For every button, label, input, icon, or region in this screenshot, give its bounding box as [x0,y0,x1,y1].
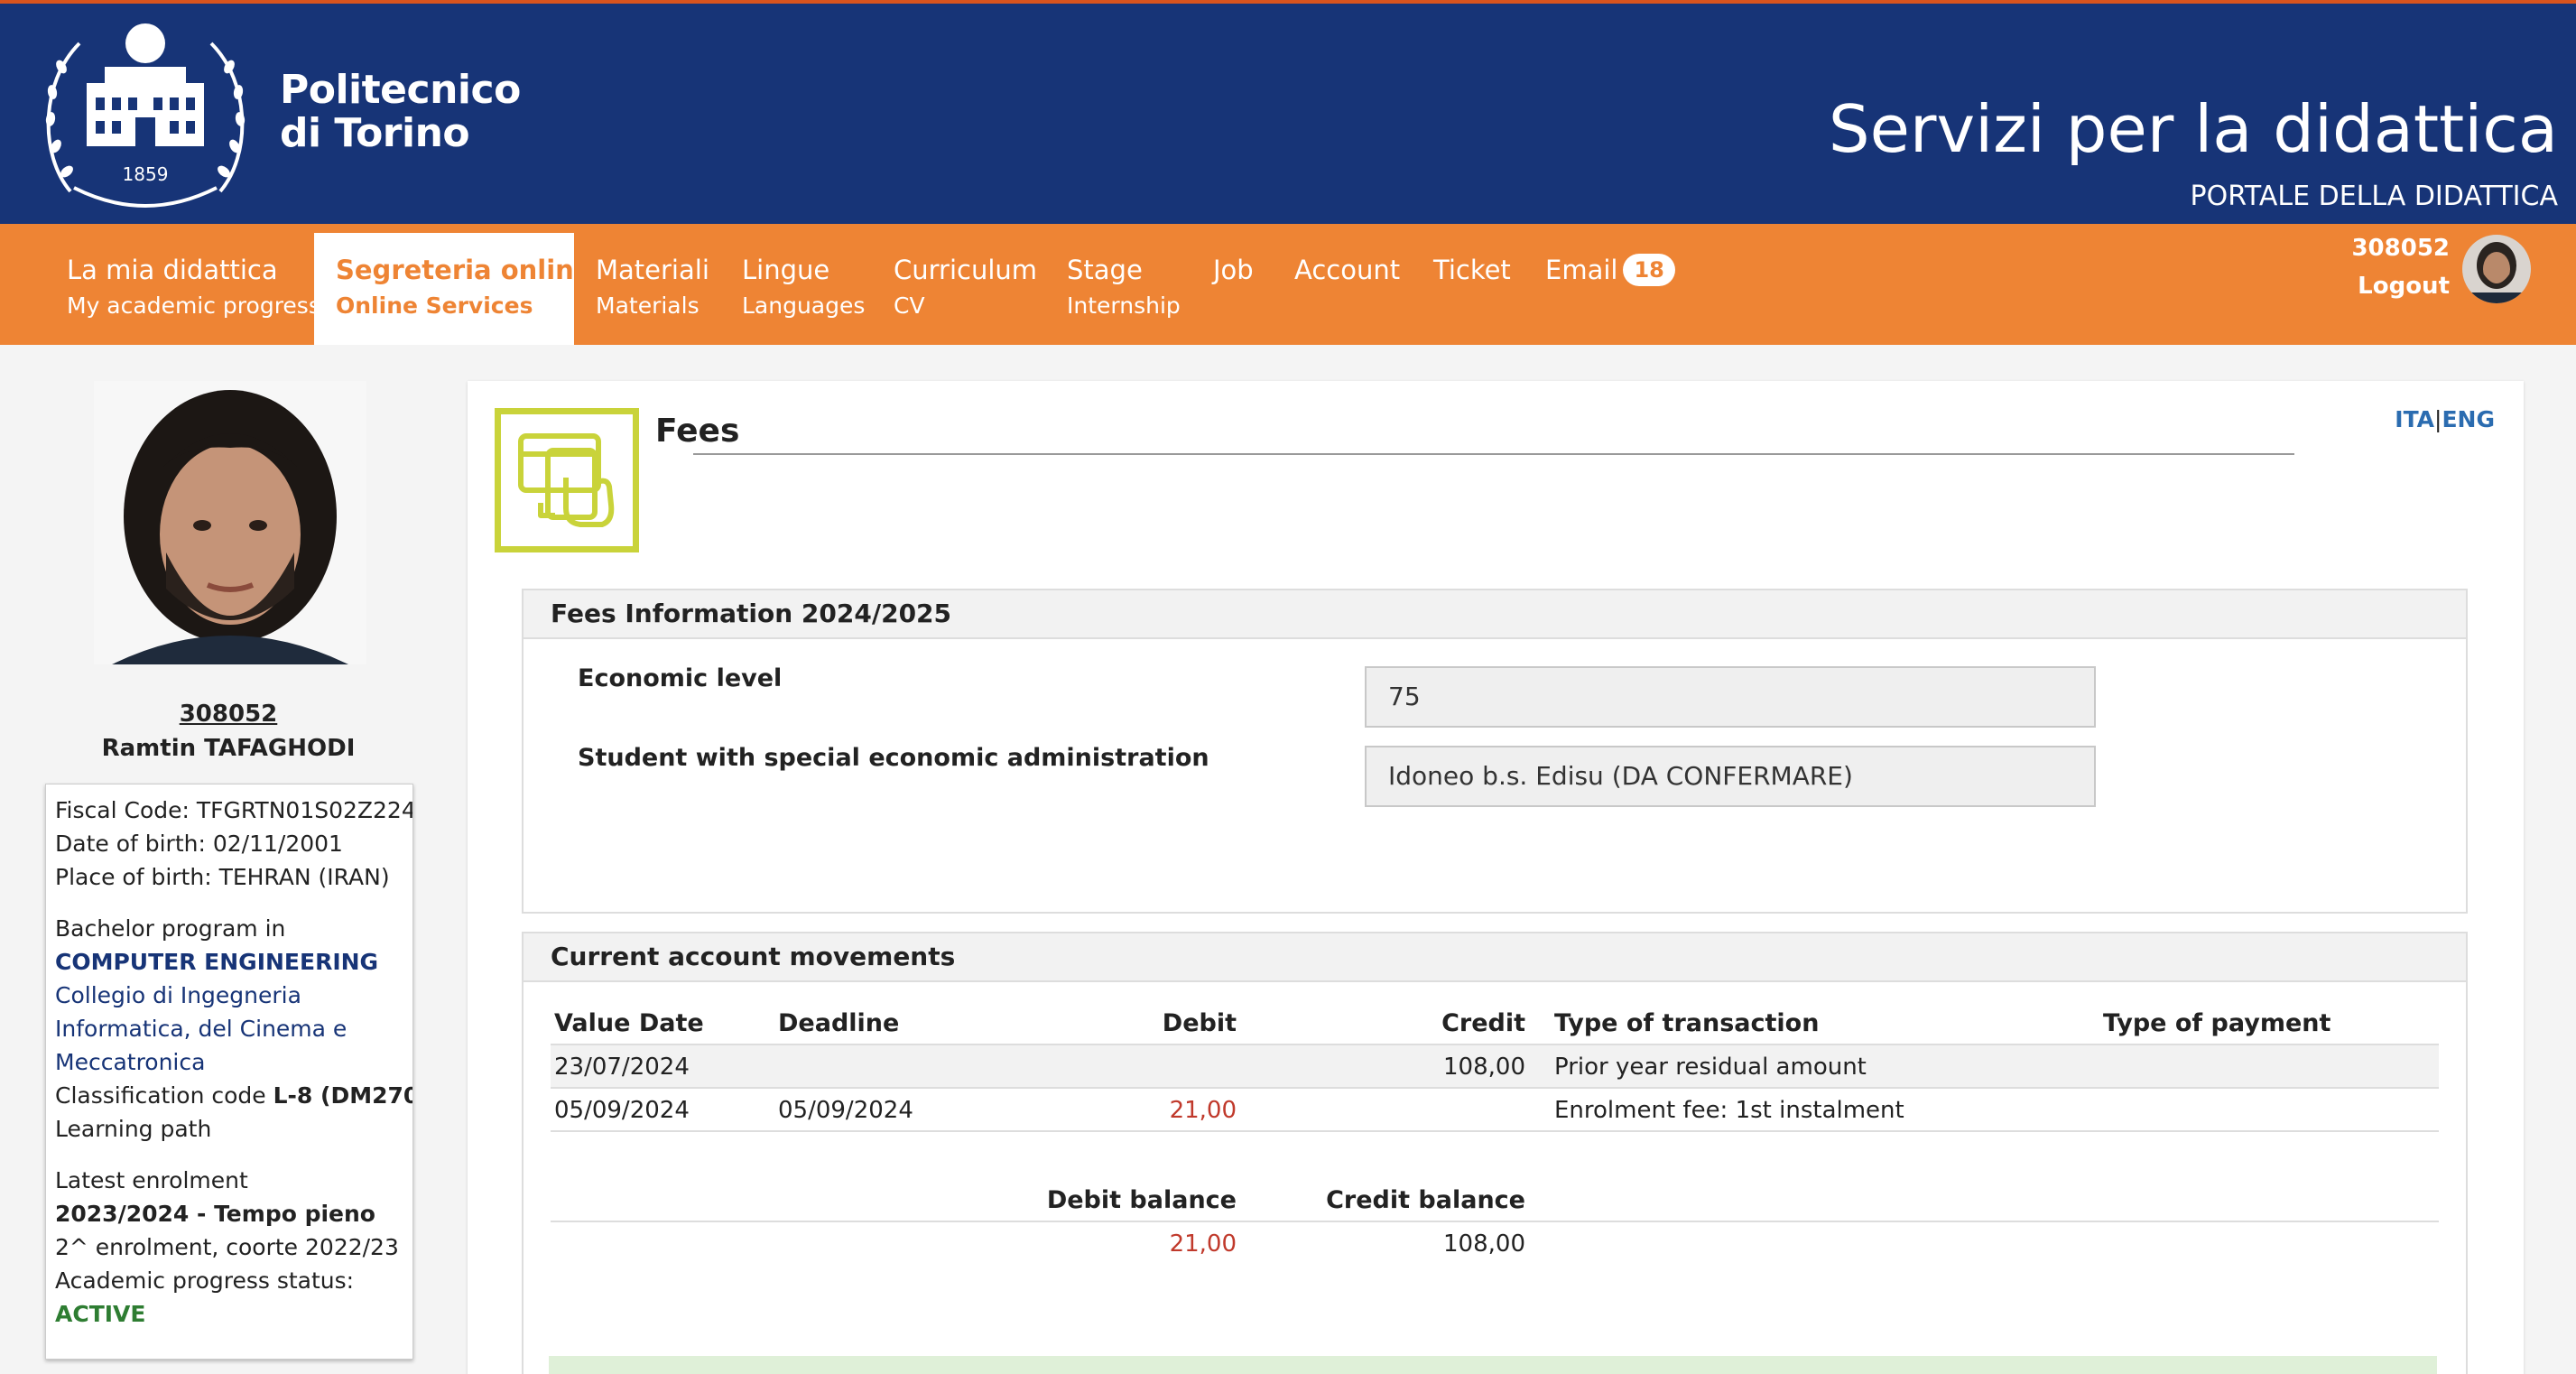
main-nav: La mia didattica My academic progress Se… [0,224,2576,345]
birth-date: Date of birth: 02/11/2001 [55,831,343,857]
nav-sublabel: CV [894,292,925,319]
classification-label: Classification code [55,1082,266,1109]
nav-label: Materiali [596,255,709,285]
nav-sublabel: Online Services [336,292,533,319]
nav-label: Email [1545,255,1618,285]
nav-sublabel: Materials [596,292,700,319]
row-value-date: 23/07/2024 [554,1054,690,1081]
birth-place: Place of birth: TEHRAN (IRAN) [55,864,390,890]
avatar-portrait-icon [2462,235,2531,303]
student-portrait-icon [94,381,366,664]
debit-balance-value: 21,00 [1169,1230,1237,1258]
nav-languages[interactable]: Lingue Languages [720,233,886,345]
col-value-date: Value Date [554,1009,704,1037]
nav-sublabel: Languages [742,292,866,319]
lang-eng-link[interactable]: ENG [2442,406,2495,432]
program-intro: Bachelor program in [55,915,286,942]
student-info-card: Fiscal Code: TFGRTN01S02Z224I Date of bi… [45,784,413,1360]
row-debit: 21,00 [1169,1097,1237,1124]
lang-ita-link[interactable]: ITA [2395,406,2434,432]
nav-label: La mia didattica [67,255,278,285]
row-value-date: 05/09/2024 [554,1097,690,1124]
account-movements-panel: Current account movements Value Date Dea… [522,932,2468,1374]
nav-email[interactable]: Email 18 [1524,233,1697,345]
nav-materials[interactable]: Materiali Materials [574,233,731,345]
user-avatar[interactable] [2462,235,2531,303]
nav-label: Curriculum [894,255,1038,285]
program-name: COMPUTER ENGINEERING [55,949,379,975]
wordmark-line-1: Politecnico [280,67,521,113]
special-admin-label: Student with special economic administra… [578,744,1209,772]
special-admin-field: Idoneo b.s. Edisu (DA CONFERMARE) [1365,746,2096,807]
classification-code: L-8 (DM270) [273,1082,412,1109]
row-credit: 108,00 [1443,1054,1525,1081]
fees-info-panel: Fees Information 2024/2025 Economic leve… [522,589,2468,914]
page-title: Fees [655,413,740,450]
latest-enrolment-label: Latest enrolment [55,1167,248,1193]
site-header: 1859 Politecnico di Torino Servizi per l… [0,4,2576,224]
email-count-badge: 18 [1623,254,1675,286]
nav-my-academic-progress[interactable]: La mia didattica My academic progress [45,233,342,345]
nav-label: Lingue [742,255,830,285]
col-credit: Credit [1441,1009,1525,1037]
title-divider [693,453,2294,455]
language-switcher: ITA|ENG [2395,406,2495,432]
logout-link[interactable]: Logout [2351,267,2450,305]
status-label: Academic progress status: [55,1267,355,1294]
credit-balance-label: Credit balance [1326,1186,1525,1214]
college-line-2: Informatica, del Cinema e [55,1016,347,1042]
student-name: Ramtin TAFAGHODI [101,735,356,762]
nav-sublabel: My academic progress [67,292,320,319]
main-content: Fees ITA|ENG Fees Information 2024/2025 … [468,381,2524,1374]
status-value: ACTIVE [55,1301,146,1327]
credit-balance-value: 108,00 [1443,1230,1525,1258]
politecnico-seal-logo[interactable]: 1859 [34,11,256,226]
fees-card-icon [495,408,639,552]
nav-account[interactable]: Account [1273,233,1422,345]
debit-balance-label: Debit balance [1046,1186,1237,1214]
nav-job[interactable]: Job [1191,233,1275,345]
student-id-link[interactable]: 308052 [0,697,457,731]
row-transaction-type: Enrolment fee: 1st instalment [1554,1097,1904,1124]
row-deadline: 05/09/2024 [778,1097,913,1124]
enrolment-info: 2^ enrolment, coorte 2022/23 [55,1234,399,1260]
economic-level-field: 75 [1365,666,2096,728]
movements-table: Value Date Deadline Debit Credit Type of… [551,1006,2439,1331]
nav-label: Segreteria online [336,255,592,285]
col-transaction-type: Type of transaction [1554,1009,1820,1037]
nav-ticket[interactable]: Ticket [1412,233,1533,345]
nav-label: Stage [1067,255,1143,285]
nav-label: Job [1213,255,1254,285]
college-line-1: Collegio di Ingegneria [55,982,301,1008]
nav-cv[interactable]: Curriculum CV [872,233,1059,345]
nav-online-services[interactable]: Segreteria online Online Services [314,233,592,345]
user-id: 308052 [2351,235,2450,262]
col-payment-type: Type of payment [2103,1009,2331,1037]
user-box: 308052 Logout [2351,229,2450,305]
col-deadline: Deadline [778,1009,900,1037]
status-message-bar [549,1356,2437,1374]
college-line-3: Meccatronica [55,1049,206,1075]
seal-year: 1859 [123,163,169,185]
latest-enrolment-value: 2023/2024 - Tempo pieno [55,1201,375,1227]
col-debit: Debit [1162,1009,1237,1037]
wordmark-line-2: di Torino [280,110,470,156]
row-transaction-type: Prior year residual amount [1554,1054,1867,1081]
site-subtitle: PORTALE DELLA DIDATTICA [2190,181,2558,212]
university-wordmark[interactable]: Politecnico di Torino [280,69,521,155]
movements-heading: Current account movements [524,933,2466,982]
nav-sublabel: Internship [1067,292,1181,319]
fees-info-heading: Fees Information 2024/2025 [524,590,2466,639]
student-photo [94,381,366,664]
learning-path: Learning path [55,1116,212,1142]
nav-label: Ticket [1433,255,1511,285]
site-title: Servizi per la didattica [1828,91,2558,167]
economic-level-label: Economic level [578,664,783,692]
nav-label: Account [1294,255,1401,285]
fiscal-code: Fiscal Code: TFGRTN01S02Z224I [55,797,413,823]
nav-internship[interactable]: Stage Internship [1045,233,1202,345]
